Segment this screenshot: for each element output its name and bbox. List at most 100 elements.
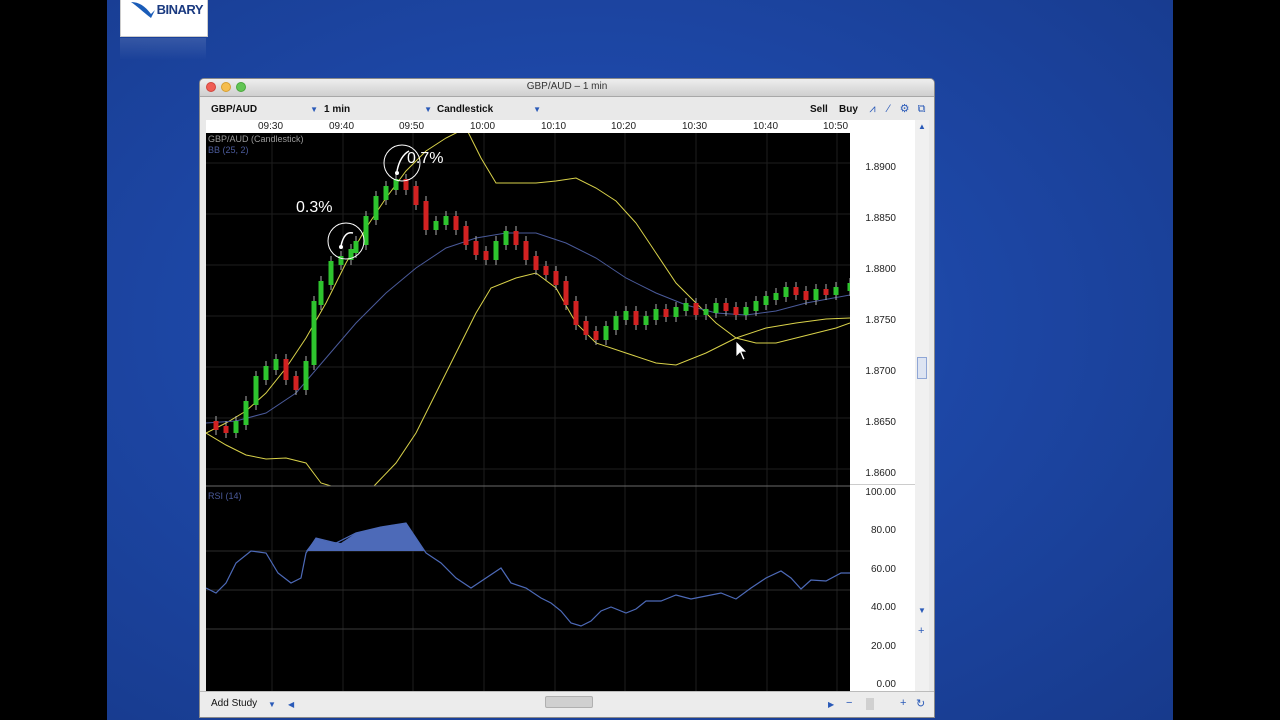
chevron-down-icon[interactable]: ▼: [268, 700, 276, 709]
scroll-left-icon[interactable]: ◀: [288, 700, 294, 709]
price-tick-label: 1.8750: [865, 315, 896, 326]
chevron-down-icon: ▼: [533, 105, 541, 114]
candle-body: [723, 303, 729, 311]
title-bar[interactable]: GBP/AUD – 1 min: [200, 79, 934, 97]
candle-body: [443, 216, 449, 225]
candle-body: [263, 366, 269, 380]
sell-button[interactable]: Sell: [810, 101, 828, 119]
price-axis: 1.8900 1.8850 1.8800 1.8750 1.8700 1.865…: [850, 120, 916, 691]
add-study-button[interactable]: Add Study: [211, 698, 257, 709]
candle-body: [311, 301, 317, 365]
candle-body: [453, 216, 459, 230]
scroll-right-icon[interactable]: ▶: [828, 700, 834, 709]
x-tick-label: 09:40: [329, 121, 355, 132]
candle-body: [423, 201, 429, 230]
candle-body: [713, 303, 719, 313]
candle-body: [553, 271, 559, 285]
zoom-in-icon[interactable]: +: [918, 625, 924, 637]
candle-body: [233, 421, 239, 433]
candle-body: [663, 309, 669, 317]
detach-window-icon[interactable]: ⧉: [915, 103, 928, 116]
candle-body: [773, 293, 779, 300]
window-title: GBP/AUD – 1 min: [526, 81, 608, 92]
buy-button[interactable]: Buy: [839, 101, 858, 119]
x-tick-label: 09:30: [258, 121, 284, 132]
candle-body: [733, 307, 739, 315]
chevron-down-icon: ▼: [310, 105, 318, 114]
candle-body: [483, 251, 489, 260]
candle-body: [353, 241, 359, 253]
settings-icon[interactable]: ⚙: [898, 103, 911, 116]
candle-body: [523, 241, 529, 260]
bb-label: BB (25, 2): [208, 145, 249, 155]
candle-body: [543, 266, 549, 275]
candle-body: [303, 361, 309, 390]
rsi-label: RSI (14): [208, 491, 242, 501]
entry-dot: [339, 245, 343, 249]
candle-body: [293, 376, 299, 390]
candle-body: [273, 359, 279, 370]
candle-body: [593, 331, 599, 340]
chart-window: GBP/AUD – 1 min GBP/AUD ▼ 1 min ▼ Candle…: [199, 78, 935, 718]
interval-value: 1 min: [324, 104, 351, 115]
binary-logo: BINARY: [120, 0, 208, 37]
chart-indicator-icon[interactable]: ⩘: [866, 103, 879, 116]
candle-body: [433, 221, 439, 230]
scroll-thumb[interactable]: [917, 357, 927, 379]
candle-body: [793, 287, 799, 295]
candle-body: [693, 303, 699, 315]
price-tick-label: 1.8850: [865, 213, 896, 224]
chart-type-value: Candlestick: [437, 104, 494, 115]
rsi-line: [206, 522, 850, 627]
axis-divider: [850, 484, 916, 485]
mouse-cursor-icon: [735, 340, 748, 361]
bollinger-middle-band: [206, 232, 850, 424]
candle-body: [223, 426, 229, 433]
chevron-down-icon: ▼: [424, 105, 432, 114]
reset-zoom-icon[interactable]: ↻: [916, 697, 925, 710]
candle-body: [623, 311, 629, 320]
candle-body: [803, 291, 809, 300]
candle-body: [823, 289, 829, 295]
candle-body: [583, 321, 589, 335]
candle-body: [783, 287, 789, 297]
time-axis: 09:30 09:40 09:50 10:00 10:10 10:20 10:3…: [206, 120, 850, 133]
candle-body: [463, 226, 469, 245]
price-tick-label: 1.8900: [865, 162, 896, 173]
candle-body: [243, 401, 249, 425]
logo-reflection: [120, 38, 206, 60]
symbol-dropdown[interactable]: GBP/AUD ▼: [206, 101, 322, 119]
chart-toolbar: GBP/AUD ▼ 1 min ▼ Candlestick ▼ Sell Buy…: [206, 101, 930, 119]
candle-body: [513, 231, 519, 245]
draw-line-icon[interactable]: ⁄: [882, 103, 895, 116]
rsi-tick-label: 60.00: [870, 564, 896, 575]
candle-body: [573, 301, 579, 325]
zoom-slider[interactable]: [866, 698, 874, 710]
candle-body: [613, 316, 619, 330]
candle-body: [328, 261, 334, 285]
candle-body: [383, 186, 389, 200]
candle-body: [703, 309, 709, 315]
candle-body: [283, 359, 289, 380]
x-tick-label: 10:40: [753, 121, 779, 132]
horizontal-scroll-thumb[interactable]: [545, 696, 593, 708]
candle-body: [493, 241, 499, 260]
candle-body: [563, 281, 569, 305]
candle-body: [373, 196, 379, 220]
interval-dropdown[interactable]: 1 min ▼: [324, 101, 436, 119]
rsi-tick-label: 20.00: [870, 641, 896, 652]
zoom-out-icon[interactable]: −: [846, 697, 852, 709]
candle-body: [653, 309, 659, 320]
chart-type-dropdown[interactable]: Candlestick ▼: [437, 101, 545, 119]
candle-body: [318, 281, 324, 305]
price-tick-label: 1.8700: [865, 366, 896, 377]
zoom-in-icon[interactable]: +: [900, 697, 906, 709]
candle-body: [253, 376, 259, 405]
scroll-up-icon[interactable]: ▲: [918, 122, 926, 131]
candle-body: [413, 186, 419, 205]
bollinger-lower-band: [206, 272, 850, 487]
scroll-down-icon[interactable]: ▼: [918, 606, 926, 615]
vertical-scrollbar[interactable]: ▲ ▼ +: [915, 120, 929, 691]
logo-text: BINARY: [156, 2, 204, 17]
candle-body: [683, 303, 689, 311]
